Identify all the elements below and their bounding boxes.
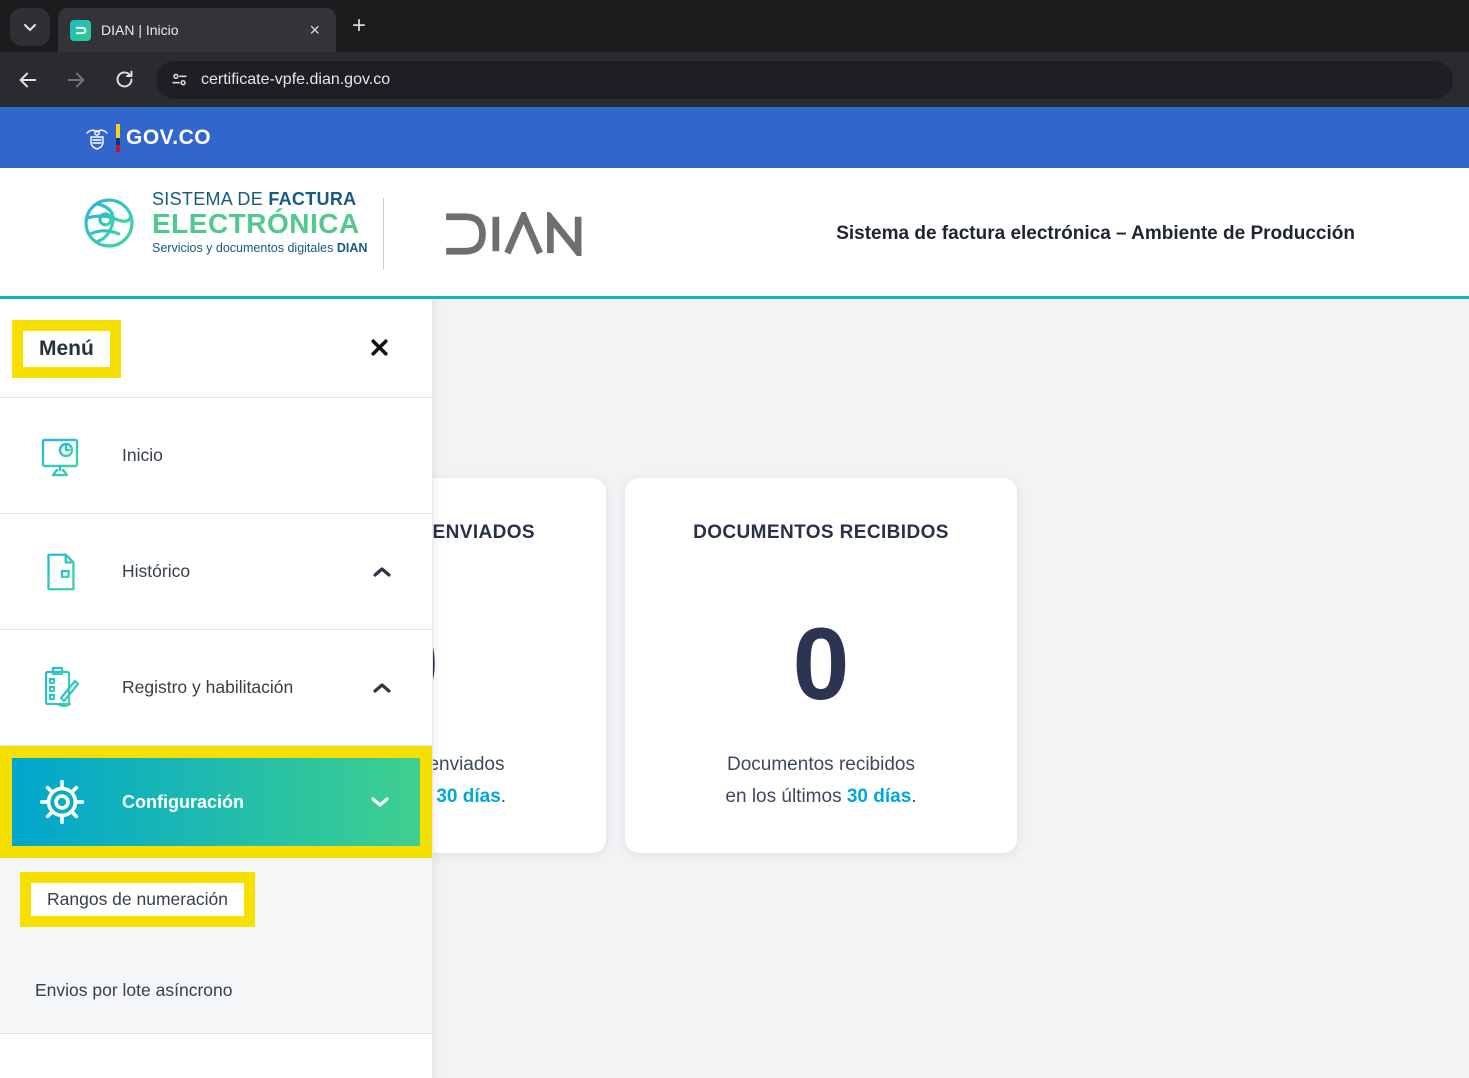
factura-electronica-logo: SISTEMA DE FACTURA ELECTRÓNICA Servicios… bbox=[80, 189, 368, 255]
colombia-flag-stripe bbox=[116, 123, 120, 152]
environment-title: Sistema de factura electrónica – Ambient… bbox=[836, 223, 1355, 244]
govco-banner: GOV.CO bbox=[0, 107, 1469, 168]
new-tab-icon[interactable]: + bbox=[352, 12, 366, 40]
sidebar-item-historico[interactable]: Histórico bbox=[0, 514, 432, 630]
menu-header: Menú bbox=[0, 299, 432, 398]
globe-icon bbox=[84, 198, 134, 248]
monitor-chart-icon bbox=[36, 432, 84, 480]
back-icon bbox=[19, 72, 37, 87]
document-icon bbox=[36, 549, 84, 595]
card-caption: Documentos recibidos bbox=[727, 754, 915, 775]
annotation-highlight-rangos: Rangos de numeración bbox=[20, 872, 255, 927]
annotation-highlight-configuracion: Configuración bbox=[0, 746, 432, 858]
submenu-item-rangos-de-numeracion[interactable]: Rangos de numeración bbox=[31, 883, 244, 916]
sidebar-item-inicio[interactable]: Inicio bbox=[0, 398, 432, 514]
caption-30-dias: 30 días bbox=[436, 786, 501, 807]
forward-icon bbox=[67, 72, 85, 87]
sidebar-item-label: Histórico bbox=[122, 561, 191, 581]
logo-line2: ELECTRÓNICA bbox=[152, 208, 360, 240]
logo-line1-bold: FACTURA bbox=[268, 189, 357, 209]
dian-favicon-icon bbox=[70, 19, 91, 41]
browser-tab-strip: DIAN | Inicio × + bbox=[0, 0, 1469, 52]
card-title: DOCUMENTOS RECIBIDOS bbox=[693, 522, 949, 543]
card-value: 0 bbox=[792, 607, 850, 721]
reload-icon bbox=[116, 70, 132, 88]
logo-line1-regular: SISTEMA DE bbox=[152, 189, 269, 209]
app-header: SISTEMA DE FACTURA ELECTRÓNICA Servicios… bbox=[0, 168, 1469, 299]
forward-button[interactable] bbox=[56, 60, 96, 100]
back-button[interactable] bbox=[8, 60, 48, 100]
chevron-up-icon bbox=[372, 681, 392, 695]
browser-tab[interactable]: DIAN | Inicio × bbox=[58, 8, 336, 52]
logo-line3-bold: DIAN bbox=[336, 240, 368, 255]
tab-title: DIAN | Inicio bbox=[101, 22, 179, 38]
tab-search-button[interactable] bbox=[10, 8, 50, 46]
sidebar-item-registro-habilitacion[interactable]: Registro y habilitación bbox=[0, 630, 432, 746]
govco-logo-text: GOV.CO bbox=[126, 125, 212, 149]
submenu-item-envios-por-lote[interactable]: Envios por lote asíncrono bbox=[35, 980, 232, 1001]
sidebar-item-label: Inicio bbox=[122, 445, 163, 465]
sidebar-menu: Menú Inicio Histórico Registro y habilit… bbox=[0, 299, 433, 1078]
logo-line3-regular: Servicios y documentos digitales bbox=[152, 240, 337, 255]
configuracion-submenu: Rangos de numeración Envios por lote así… bbox=[0, 858, 432, 1034]
address-bar[interactable]: certificate-vpfe.dian.gov.co bbox=[156, 60, 1453, 99]
annotation-highlight-menu: Menú bbox=[12, 320, 121, 378]
chevron-down-icon bbox=[370, 795, 390, 809]
close-icon bbox=[371, 339, 388, 356]
tune-icon bbox=[172, 73, 187, 86]
sidebar-item-label: Configuración bbox=[122, 791, 244, 812]
clipboard-pen-icon bbox=[36, 664, 84, 712]
card-documentos-recibidos: DOCUMENTOS RECIBIDOS 0 Documentos recibi… bbox=[625, 478, 1017, 853]
sidebar-item-configuracion[interactable]: Configuración bbox=[12, 758, 420, 846]
browser-toolbar: certificate-vpfe.dian.gov.co bbox=[0, 52, 1469, 107]
reload-button[interactable] bbox=[104, 60, 144, 100]
sidebar-item-label: Registro y habilitación bbox=[122, 677, 294, 697]
url-text[interactable]: certificate-vpfe.dian.gov.co bbox=[201, 71, 390, 89]
main-content: DOCUMENTOS ENVIADOS 0 Documentos enviado… bbox=[0, 299, 1469, 1078]
tab-close-icon[interactable]: × bbox=[305, 21, 324, 39]
coat-of-arms-icon bbox=[86, 129, 108, 150]
gear-icon bbox=[38, 779, 86, 825]
header-divider bbox=[383, 198, 384, 270]
caption-30-dias: 30 días bbox=[846, 786, 912, 807]
chevron-down-icon bbox=[24, 24, 36, 31]
chevron-up-icon bbox=[372, 565, 392, 579]
menu-title: Menú bbox=[39, 337, 94, 360]
menu-close-button[interactable] bbox=[369, 337, 390, 358]
dian-logo bbox=[446, 212, 582, 256]
sidebar-footer-area bbox=[0, 1034, 432, 1078]
